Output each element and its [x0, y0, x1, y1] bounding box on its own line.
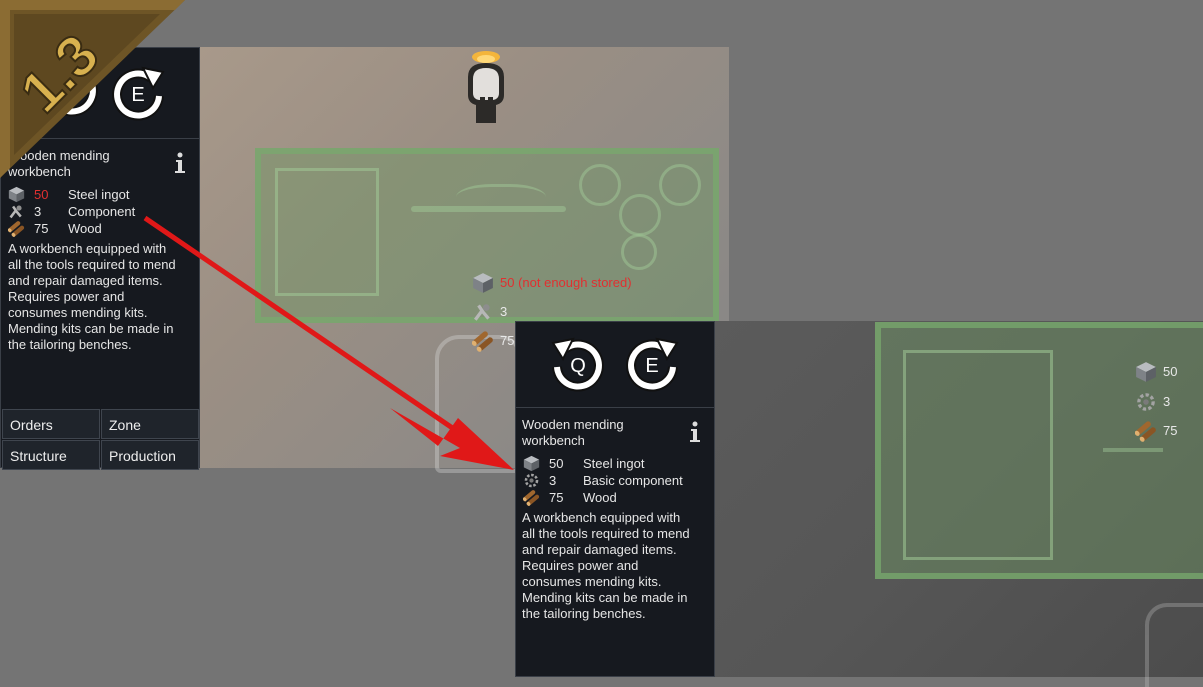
workbench-placement-ghost	[255, 148, 719, 323]
building-description: A workbench equipped with all the tools …	[522, 510, 712, 622]
cost-amount: 50	[34, 187, 49, 202]
description-line: Requires power and	[8, 289, 125, 304]
ghost-bench-frame	[903, 350, 1053, 560]
cost-name: Wood	[583, 490, 617, 505]
wood-icon	[8, 220, 25, 237]
description-line: A workbench equipped with	[8, 241, 167, 256]
rotation-bar: Q E	[516, 322, 714, 408]
description-line: all the tools required to mend	[8, 257, 176, 272]
ghost-tools	[456, 184, 546, 217]
game-viewport-new[interactable]: 50 3 75	[715, 321, 1203, 687]
description-line: the tailoring benches.	[522, 606, 646, 621]
wood-icon	[523, 489, 540, 506]
cost-name: Basic component	[583, 473, 683, 488]
basic-component-icon	[523, 472, 540, 489]
building-title: Wooden mending workbench	[522, 417, 624, 448]
cost-amount: 50	[549, 456, 564, 471]
description-line: the tailoring benches.	[8, 337, 132, 352]
component-icon	[8, 203, 25, 220]
floating-cost-text: 3	[1163, 394, 1171, 409]
architect-info-panel-new: Q E Wooden mending workbench 50 Steel in…	[515, 321, 715, 677]
component-icon	[472, 301, 494, 323]
cost-name: Component	[68, 204, 136, 219]
cost-name: Steel ingot	[68, 187, 130, 202]
tab-production[interactable]: Production	[101, 440, 199, 470]
version-badge: 1.3	[0, 0, 185, 178]
ghost-spool	[619, 194, 661, 236]
description-line: all the tools required to mend	[522, 526, 690, 541]
ghost-spool	[659, 164, 701, 206]
steel-ingot-icon	[472, 272, 494, 294]
floating-cost-text: 50 (not enough stored)	[500, 275, 632, 290]
rotate-left-button[interactable]: Q	[547, 335, 609, 397]
steel-ingot-icon	[1135, 361, 1157, 383]
cost-row-wood: 75 Wood	[523, 489, 713, 506]
tab-zone[interactable]: Zone	[101, 409, 199, 439]
description-line: Mending kits can be made in	[8, 321, 174, 336]
ghost-spool	[579, 164, 621, 206]
ghost-spool	[621, 234, 657, 270]
wood-icon	[472, 330, 494, 352]
info-icon[interactable]	[689, 421, 701, 443]
cost-row-wood: 75 Wood	[8, 220, 198, 237]
basic-component-icon	[1135, 391, 1157, 413]
steel-ingot-icon	[8, 186, 25, 203]
cost-row-component: 3 Basic component	[523, 472, 713, 489]
description-line: and repair damaged items.	[522, 542, 677, 557]
rotate-right-button[interactable]: E	[621, 335, 683, 397]
description-line: A workbench equipped with	[522, 510, 681, 525]
cost-name: Wood	[68, 221, 102, 236]
tab-orders[interactable]: Orders	[2, 409, 100, 439]
floating-cost-text: 75	[1163, 423, 1178, 438]
building-description: A workbench equipped with all the tools …	[8, 241, 198, 353]
description-line: Requires power and	[522, 558, 639, 573]
cost-name: Steel ingot	[583, 456, 645, 471]
chair-outline	[1145, 603, 1203, 687]
ghost-bench-frame	[275, 168, 379, 296]
steel-ingot-icon	[523, 455, 540, 472]
cost-amount: 3	[549, 473, 557, 488]
floating-cost-text: 75	[500, 333, 515, 348]
cost-row-component: 3 Component	[8, 203, 198, 220]
wood-icon	[1135, 420, 1157, 442]
cost-amount: 75	[34, 221, 49, 236]
tab-structure[interactable]: Structure	[2, 440, 100, 470]
standing-lamp-icon	[468, 51, 504, 123]
ghost-shelf	[1103, 448, 1163, 452]
ghost-shelf	[411, 206, 566, 212]
description-line: and repair damaged items.	[8, 273, 163, 288]
description-line: consumes mending kits.	[522, 574, 662, 589]
description-line: Mending kits can be made in	[522, 590, 688, 605]
floating-cost-text: 50	[1163, 364, 1178, 379]
cost-row-steel: 50 Steel ingot	[523, 455, 713, 472]
floating-cost-text: 3	[500, 304, 508, 319]
description-line: consumes mending kits.	[8, 305, 148, 320]
chair-outline	[435, 335, 523, 473]
cost-row-steel: 50 Steel ingot	[8, 186, 198, 203]
rotate-key-label: E	[645, 355, 659, 377]
cost-amount: 3	[34, 204, 42, 219]
cost-amount: 75	[549, 490, 564, 505]
rotate-key-label: Q	[570, 355, 586, 377]
